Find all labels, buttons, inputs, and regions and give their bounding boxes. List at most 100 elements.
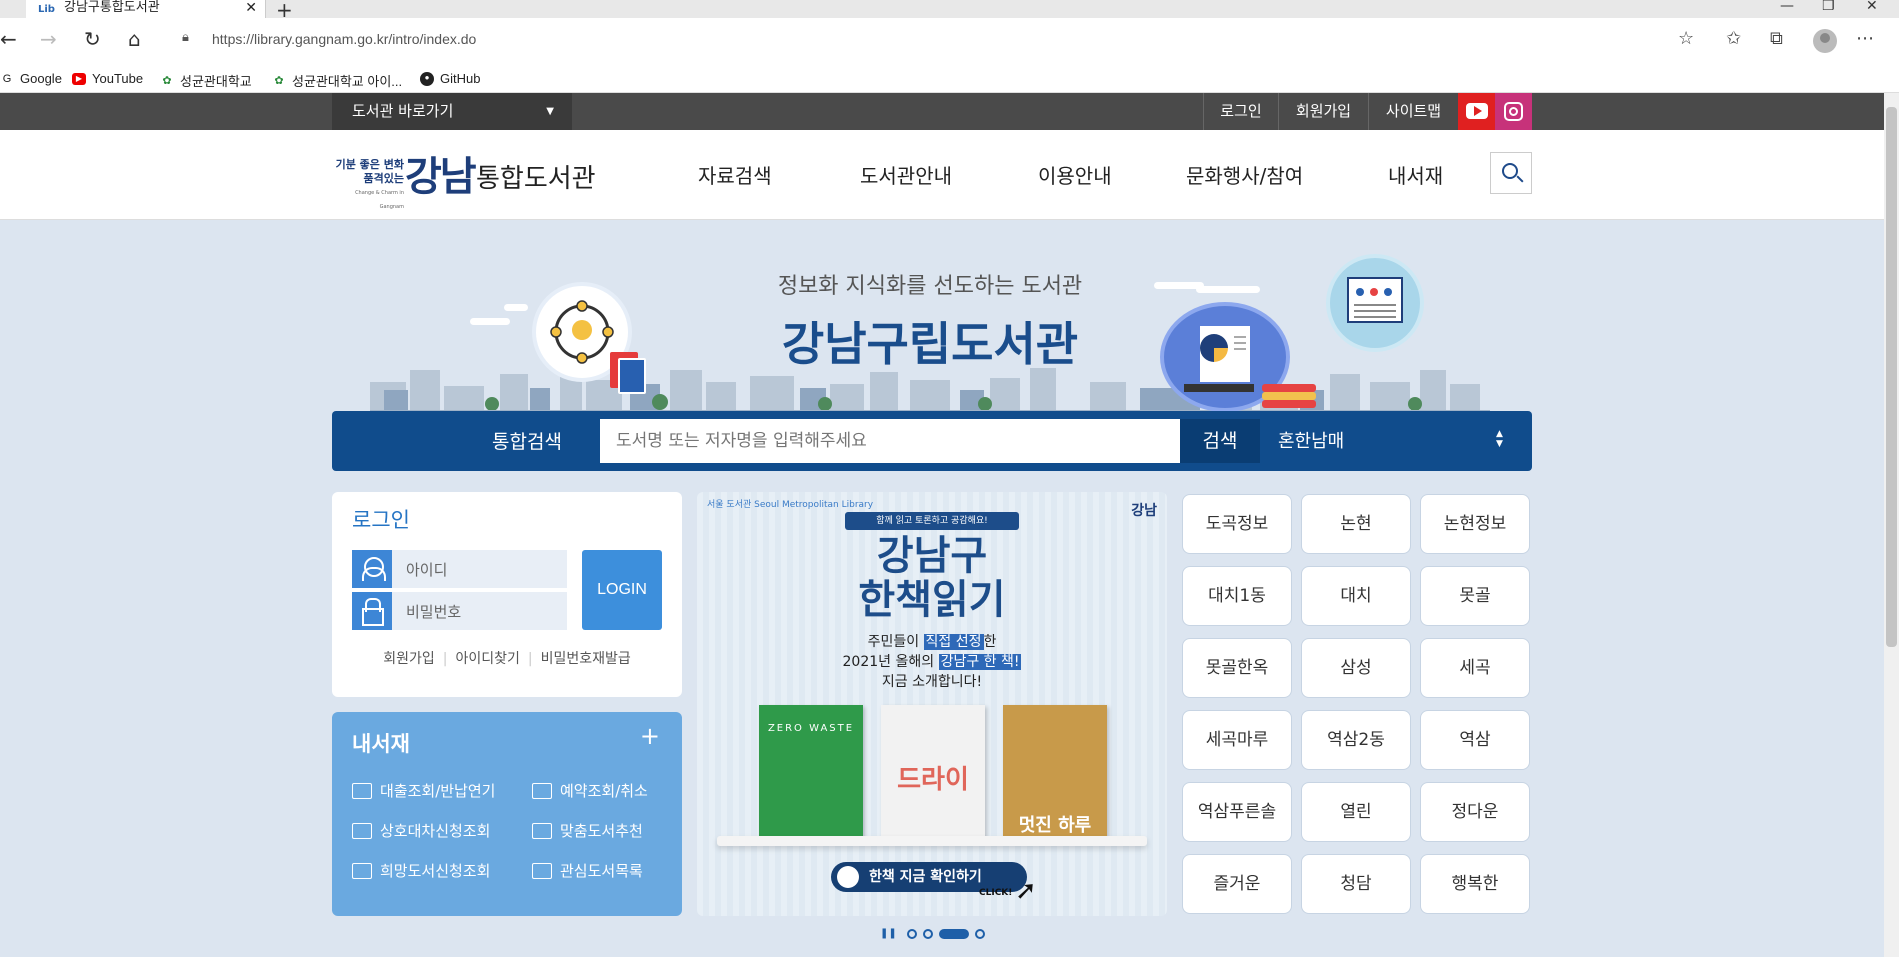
branch-button[interactable]: 도곡정보 — [1182, 494, 1292, 554]
youtube-icon: ▶ — [72, 72, 86, 85]
open-book-icon — [352, 822, 372, 839]
sitemap-link[interactable]: 사이트맵 — [1368, 93, 1458, 130]
logo-gangnam[interactable]: 강남 — [405, 144, 477, 202]
reservation-link[interactable]: 예약조회/취소 — [532, 780, 648, 801]
menu-icon[interactable]: ⋯ — [1856, 28, 1874, 49]
profile-avatar[interactable] — [1813, 29, 1837, 53]
nav-library-info[interactable]: 도서관안내 — [860, 160, 952, 189]
signup-link[interactable]: 회원가입 — [1278, 93, 1368, 130]
branch-button[interactable]: 즐거운 — [1182, 854, 1292, 914]
branch-button[interactable]: 세곡 — [1420, 638, 1530, 698]
skku-icon: ✿ — [274, 74, 284, 87]
youtube-icon[interactable] — [1458, 93, 1495, 130]
more-plus-icon[interactable]: + — [640, 722, 660, 750]
branch-button[interactable]: 논현정보 — [1420, 494, 1530, 554]
logo-slogan: 기분 좋은 변화 품격있는 Change & Charm in Gangnam — [335, 158, 404, 210]
caret-down-icon: ▼ — [546, 106, 554, 117]
book-stack-icon — [1262, 384, 1316, 392]
close-window-icon[interactable]: ✕ — [1866, 0, 1878, 14]
site-favicon-icon: Lib — [38, 4, 55, 15]
branch-button[interactable]: 삼성 — [1301, 638, 1411, 698]
user-icon — [352, 550, 392, 588]
my-library-title: 내서재 — [352, 732, 410, 756]
bookmark-skku[interactable]: ✿ 성균관대학교 — [160, 71, 251, 90]
login-button[interactable]: LOGIN — [582, 550, 662, 630]
book-stack-icon — [532, 862, 552, 879]
login-links: 회원가입 | 아이디찾기 | 비밀번호재발급 — [383, 651, 631, 667]
branch-button[interactable]: 역삼 — [1420, 710, 1530, 770]
card-icon — [532, 782, 552, 799]
page-scrollbar[interactable] — [1884, 93, 1899, 957]
select-arrows-icon[interactable]: ▲ ▼ — [1496, 429, 1503, 449]
my-library-panel: 내서재 + 대출조회/반납연기 예약조회/취소 상호대차신청조회 맞춤도서추천 … — [332, 712, 682, 916]
id-field[interactable]: 아이디 — [352, 550, 567, 588]
bookmark-skku-id[interactable]: ✿ 성균관대학교 아이... — [272, 71, 402, 90]
bookmark-youtube[interactable]: ▶ YouTube — [72, 71, 143, 86]
seoul-library-logo: 서울 도서관 Seoul Metropolitan Library — [707, 500, 874, 510]
forward-icon[interactable]: → — [40, 28, 57, 50]
branch-button[interactable]: 못골 — [1420, 566, 1530, 626]
home-icon[interactable]: ⌂ — [128, 28, 141, 50]
branch-button[interactable]: 정다운 — [1420, 782, 1530, 842]
branch-button[interactable]: 행복한 — [1420, 854, 1530, 914]
branch-button[interactable]: 역삼푸른솔 — [1182, 782, 1292, 842]
scrollbar-thumb[interactable] — [1886, 107, 1897, 647]
reset-password-link[interactable]: 비밀번호재발급 — [541, 651, 631, 667]
book-cover-zero-waste: ZERO WASTE — [759, 705, 863, 839]
search-button[interactable]: 검색 — [1180, 419, 1260, 463]
search-category-select[interactable]: 혼한남매 — [1278, 427, 1344, 453]
pagination-dot[interactable] — [906, 928, 917, 939]
tab-title: 강남구통합도서관 — [64, 0, 160, 15]
search-label: 통합검색 — [492, 431, 562, 453]
close-tab-icon[interactable]: ✕ — [245, 0, 257, 16]
loan-status-link[interactable]: 대출조회/반납연기 — [352, 780, 495, 801]
nav-events[interactable]: 문화행사/참여 — [1186, 160, 1303, 189]
pagination-dot[interactable] — [974, 928, 985, 939]
integrated-search-bar: 통합검색 검색 혼한남매 ▲▼ — [332, 411, 1532, 471]
github-icon: ● — [420, 71, 434, 86]
back-icon[interactable]: ← — [0, 28, 17, 50]
pagination-dot-active[interactable] — [938, 928, 969, 939]
login-panel: 로그인 아이디 비밀번호 LOGIN 회원가입 | 아이디찾기 | 비밀번호재발급 — [332, 492, 682, 697]
instagram-icon[interactable] — [1495, 93, 1532, 130]
pause-icon[interactable]: ❚❚ — [880, 928, 897, 939]
recommend-books-link[interactable]: 맞춤도서추천 — [532, 820, 643, 841]
favorites-icon[interactable]: ✩ — [1726, 28, 1741, 49]
branch-button[interactable]: 세곡마루 — [1182, 710, 1292, 770]
login-title: 로그인 — [352, 508, 410, 532]
minimize-icon[interactable]: — — [1780, 0, 1794, 14]
branch-button[interactable]: 열린 — [1301, 782, 1411, 842]
wish-book-link[interactable]: 희망도서신청조회 — [352, 860, 490, 881]
one-book-banner[interactable]: 서울 도서관 Seoul Metropolitan Library 강남 함께 … — [697, 492, 1167, 916]
add-favorite-icon[interactable]: ☆ — [1678, 28, 1694, 49]
signup-link[interactable]: 회원가입 — [383, 651, 435, 667]
bookmark-github[interactable]: ● GitHub — [420, 71, 480, 86]
reload-icon[interactable]: ↻ — [84, 28, 101, 50]
password-field[interactable]: 비밀번호 — [352, 592, 567, 630]
branch-button[interactable]: 못골한옥 — [1182, 638, 1292, 698]
branch-button[interactable]: 대치1동 — [1182, 566, 1292, 626]
branch-button[interactable]: 청담 — [1301, 854, 1411, 914]
interlibrary-loan-link[interactable]: 상호대차신청조회 — [352, 820, 490, 841]
search-toggle-button[interactable] — [1490, 152, 1532, 194]
collections-icon[interactable]: ⧉ — [1770, 28, 1783, 49]
find-id-link[interactable]: 아이디찾기 — [455, 651, 519, 667]
branch-button[interactable]: 대치 — [1301, 566, 1411, 626]
url-text: https://library.gangnam.go.kr/intro/inde… — [212, 31, 477, 47]
restore-icon[interactable]: ❐ — [1822, 0, 1835, 14]
bookmark-google[interactable]: G Google — [0, 71, 62, 86]
library-quick-select[interactable]: 도서관 바로가기 ▼ — [332, 93, 572, 130]
site-name[interactable]: 통합도서관 — [476, 158, 596, 195]
nav-search[interactable]: 자료검색 — [698, 160, 772, 189]
nav-usage-guide[interactable]: 이용안내 — [1038, 160, 1112, 189]
request-form-icon — [352, 862, 372, 879]
login-link[interactable]: 로그인 — [1203, 93, 1278, 130]
browser-tab[interactable]: Lib 강남구통합도서관 ✕ — [26, 0, 266, 18]
favorite-books-link[interactable]: 관심도서목록 — [532, 860, 643, 881]
branch-button[interactable]: 논현 — [1301, 494, 1411, 554]
branch-button[interactable]: 역삼2동 — [1301, 710, 1411, 770]
nav-my-library[interactable]: 내서재 — [1388, 160, 1443, 189]
search-input[interactable] — [600, 419, 1180, 463]
pagination-dot[interactable] — [922, 928, 933, 939]
address-bar[interactable]: 🔒︎ https://library.gangnam.go.kr/intro/i… — [168, 24, 1708, 54]
